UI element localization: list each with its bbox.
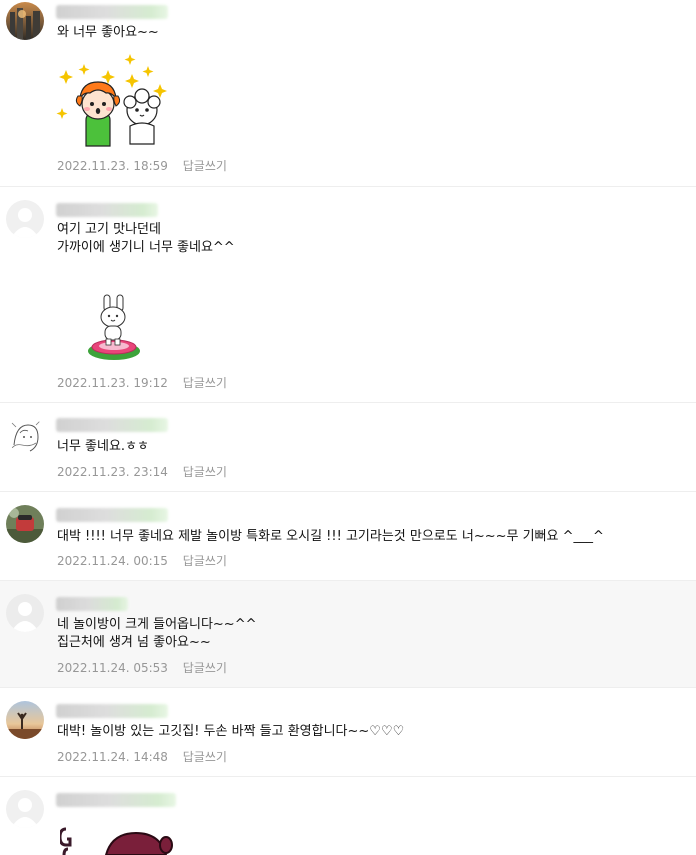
reply-button[interactable]: 답글쓰기	[183, 465, 227, 479]
comment-meta: 2022.11.23. 23:14 답글쓰기	[57, 464, 227, 480]
nickname-blurred[interactable]	[56, 793, 176, 807]
nickname-blurred[interactable]	[56, 597, 128, 611]
comment-meta: 2022.11.23. 18:59 답글쓰기	[57, 158, 227, 174]
avatar[interactable]	[6, 790, 44, 828]
comment-item: 대박! 놀이방 있는 고깃집! 두손 바짝 들고 환영합니다~~♡♡♡ 2022…	[0, 688, 696, 777]
photo-avatar	[6, 505, 44, 543]
nickname-blurred[interactable]	[56, 203, 158, 217]
comment-meta: 2022.11.24. 05:53 답글쓰기	[57, 660, 227, 676]
comment-text: 너무 좋네요.ㅎㅎ	[57, 439, 149, 454]
default-avatar	[6, 594, 44, 632]
avatar[interactable]	[6, 701, 44, 739]
sketch-avatar	[6, 415, 44, 453]
comment-item: 와 너무 좋아요~~ 2022.11.23. 18:59 답글쓰기	[0, 0, 696, 187]
comment-item	[0, 777, 696, 855]
comment-text: 와 너무 좋아요~~	[57, 25, 159, 40]
comment-meta: 2022.11.23. 19:12 답글쓰기	[57, 375, 227, 391]
avatar[interactable]	[6, 594, 44, 632]
comment-list: 와 너무 좋아요~~ 2022.11.23. 18:59 답글쓰기 여기 고기 …	[0, 0, 696, 855]
comment-item: 너무 좋네요.ㅎㅎ 2022.11.23. 23:14 답글쓰기	[0, 403, 696, 492]
comment-text: 대박 !!!! 너무 좋네요 제발 놀이방 특화로 오시길 !!! 고기라는것 …	[57, 529, 604, 544]
avatar[interactable]	[6, 200, 44, 238]
bunny-trampoline-sticker	[84, 291, 144, 367]
sunset-photo-avatar	[6, 701, 44, 739]
avatar[interactable]	[6, 415, 44, 453]
reply-button[interactable]: 답글쓰기	[183, 159, 227, 173]
comment-meta: 2022.11.24. 14:48 답글쓰기	[57, 749, 227, 765]
comment-text: 네 놀이방이 크게 들어옵니다~~^^ 집근처에 생겨 넘 좋아요~~	[57, 617, 257, 650]
avatar[interactable]	[6, 2, 44, 40]
comment-date: 2022.11.23. 18:59	[57, 159, 168, 173]
nickname-blurred[interactable]	[56, 704, 168, 718]
comment-date: 2022.11.24. 05:53	[57, 661, 168, 675]
comment-text: 여기 고기 맛나던데 가까이에 생기니 너무 좋네요^^	[57, 222, 235, 255]
reply-button[interactable]: 답글쓰기	[183, 376, 227, 390]
default-avatar	[6, 200, 44, 238]
comment-date: 2022.11.24. 14:48	[57, 750, 168, 764]
reply-button[interactable]: 답글쓰기	[183, 554, 227, 568]
comment-item: 네 놀이방이 크게 들어옵니다~~^^ 집근처에 생겨 넘 좋아요~~ 2022…	[0, 581, 696, 688]
comment-item: 여기 고기 맛나던데 가까이에 생기니 너무 좋네요^^ 2022.11.23.…	[0, 187, 696, 403]
character-sticker-partial	[58, 825, 180, 855]
nickname-blurred[interactable]	[56, 508, 168, 522]
comment-text: 대박! 놀이방 있는 고깃집! 두손 바짝 들고 환영합니다~~♡♡♡	[57, 724, 405, 739]
bear-and-sheep-sticker	[56, 52, 172, 152]
reply-button[interactable]: 답글쓰기	[183, 661, 227, 675]
comment-item: 대박 !!!! 너무 좋네요 제발 놀이방 특화로 오시길 !!! 고기라는것 …	[0, 492, 696, 581]
comment-date: 2022.11.24. 00:15	[57, 554, 168, 568]
reply-button[interactable]: 답글쓰기	[183, 750, 227, 764]
comment-meta: 2022.11.24. 00:15 답글쓰기	[57, 553, 227, 569]
nickname-blurred[interactable]	[56, 5, 168, 19]
comment-date: 2022.11.23. 23:14	[57, 465, 168, 479]
default-avatar	[6, 790, 44, 828]
nickname-blurred[interactable]	[56, 418, 168, 432]
avatar[interactable]	[6, 505, 44, 543]
comment-date: 2022.11.23. 19:12	[57, 376, 168, 390]
landscape-photo-avatar	[6, 2, 44, 40]
